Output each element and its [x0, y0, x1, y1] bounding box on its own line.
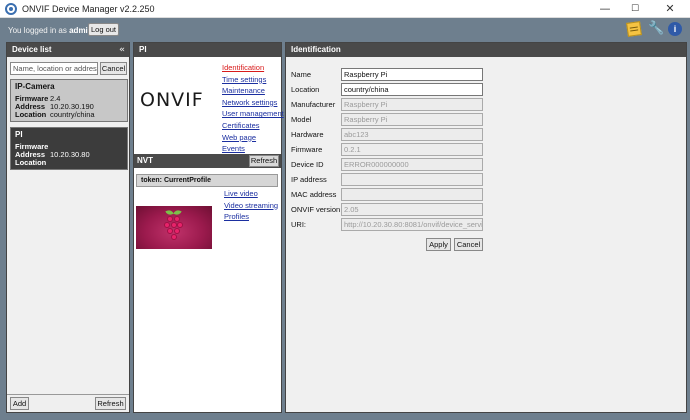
menu-web-page[interactable]: Web page — [222, 132, 282, 144]
onvif-version-field: 2.05 — [341, 203, 483, 216]
location-label: Location — [15, 110, 47, 119]
menu-time-settings[interactable]: Time settings — [222, 74, 282, 86]
manufacturer-field: Raspberry Pi — [341, 98, 483, 111]
device-list-footer: Add Refresh — [7, 394, 129, 412]
name-field[interactable] — [341, 68, 483, 81]
device-panel-header: PI — [134, 43, 281, 57]
identification-header: Identification — [286, 43, 686, 57]
device-name: IP-Camera — [15, 82, 55, 91]
hardware-field: abc123 — [341, 128, 483, 141]
location-value: country/china — [50, 110, 95, 119]
field-label: ONVIF version — [291, 205, 341, 214]
wrench-icon[interactable]: 🔧 — [648, 22, 664, 36]
app-logo-icon — [5, 3, 17, 15]
menu-video-streaming[interactable]: Video streaming — [224, 200, 278, 212]
field-label: Hardware — [291, 130, 324, 139]
collapse-icon[interactable]: « — [119, 43, 125, 57]
form-row-device-id: Device ID ERROR000000000 — [291, 158, 686, 171]
video-preview-thumbnail[interactable] — [136, 206, 212, 249]
login-status: You logged in as admin — [8, 26, 93, 35]
firmware-field: 0.2.1 — [341, 143, 483, 156]
location-field[interactable] — [341, 83, 483, 96]
identification-panel: Identification Name Location Manufacture… — [285, 42, 687, 413]
menu-events[interactable]: Events — [222, 143, 282, 155]
device-search-input[interactable] — [10, 62, 98, 75]
onvif-logo: ONVIF — [140, 89, 204, 111]
form-row-ip-address: IP address — [291, 173, 686, 186]
logout-button[interactable]: Log out — [88, 23, 119, 36]
field-label: URI: — [291, 220, 306, 229]
field-label: Name — [291, 70, 312, 79]
menu-live-video[interactable]: Live video — [224, 188, 278, 200]
device-panel: PI ONVIF Identification Time settings Ma… — [133, 42, 284, 413]
device-list-title: Device list — [12, 45, 52, 54]
video-menu: Live video Video streaming Profiles — [224, 188, 278, 223]
form-row-firmware: Firmware 0.2.1 — [291, 143, 686, 156]
field-label: Manufacturer — [291, 100, 336, 109]
nvt-refresh-button[interactable]: Refresh — [249, 155, 279, 167]
device-card-pi[interactable]: PI Firmware Address 10.20.30.80 Location — [10, 127, 128, 170]
cancel-button[interactable]: Cancel — [454, 238, 483, 251]
menu-identification[interactable]: Identification — [222, 62, 282, 74]
add-device-button[interactable]: Add — [10, 397, 29, 410]
menu-certificates[interactable]: Certificates — [222, 120, 282, 132]
device-name: PI — [15, 130, 23, 139]
nvt-header: NVT Refresh — [134, 154, 281, 168]
form-row-model: Model Raspberry Pi — [291, 113, 686, 126]
notes-icon[interactable] — [626, 21, 642, 37]
maximize-button[interactable]: ☐ — [620, 0, 650, 18]
nvt-title: NVT — [137, 156, 153, 165]
title-bar: ONVIF Device Manager v2.2.250 — ☐ ✕ — [0, 0, 690, 18]
search-cancel-button[interactable]: Cancel — [100, 62, 127, 75]
form-row-location: Location — [291, 83, 686, 96]
form-row-mac-address: MAC address — [291, 188, 686, 201]
uri-field: http://10.20.30.80:8081/onvif/device_ser… — [341, 218, 483, 231]
field-label: Device ID — [291, 160, 324, 169]
location-label: Location — [15, 158, 47, 167]
raspberry-pi-logo-icon — [164, 208, 183, 244]
info-icon[interactable]: i — [668, 22, 682, 36]
window-title: ONVIF Device Manager v2.2.250 — [22, 4, 155, 14]
refresh-devices-button[interactable]: Refresh — [95, 397, 126, 410]
form-row-hardware: Hardware abc123 — [291, 128, 686, 141]
field-label: Location — [291, 85, 320, 94]
menu-profiles[interactable]: Profiles — [224, 211, 278, 223]
profile-token[interactable]: token: CurrentProfile — [136, 174, 278, 187]
device-id-field: ERROR000000000 — [341, 158, 483, 171]
device-list-header: Device list « — [7, 43, 129, 57]
field-label: Model — [291, 115, 312, 124]
field-label: Firmware — [291, 145, 323, 154]
login-prefix: You logged in as — [8, 26, 67, 35]
menu-maintenance[interactable]: Maintenance — [222, 85, 282, 97]
close-button[interactable]: ✕ — [655, 0, 685, 18]
apply-button[interactable]: Apply — [426, 238, 451, 251]
model-field: Raspberry Pi — [341, 113, 483, 126]
device-card-ip-camera[interactable]: IP-Camera Firmware 2.4 Address 10.20.30.19… — [10, 79, 128, 122]
menu-network-settings[interactable]: Network settings — [222, 97, 282, 109]
form-row-manufacturer: Manufacturer Raspberry Pi — [291, 98, 686, 111]
minimize-button[interactable]: — — [590, 0, 620, 18]
device-panel-title: PI — [139, 45, 147, 54]
form-row-name: Name — [291, 68, 686, 81]
identification-title: Identification — [291, 45, 341, 54]
menu-user-management[interactable]: User management — [222, 108, 284, 120]
address-value: 10.20.30.80 — [50, 150, 90, 159]
form-row-uri: URI: http://10.20.30.80:8081/onvif/devic… — [291, 218, 686, 231]
field-label: IP address — [291, 175, 327, 184]
mac-address-field — [341, 188, 483, 201]
form-row-onvif-version: ONVIF version 2.05 — [291, 203, 686, 216]
device-list-panel: Device list « Cancel IP-Camera Firmware2… — [6, 42, 130, 413]
user-bar: You logged in as admin Log out 🔧 i — [0, 18, 690, 42]
device-menu: Identification Time settings Maintenance… — [222, 62, 284, 155]
ip-address-field — [341, 173, 483, 186]
field-label: MAC address — [291, 190, 337, 199]
